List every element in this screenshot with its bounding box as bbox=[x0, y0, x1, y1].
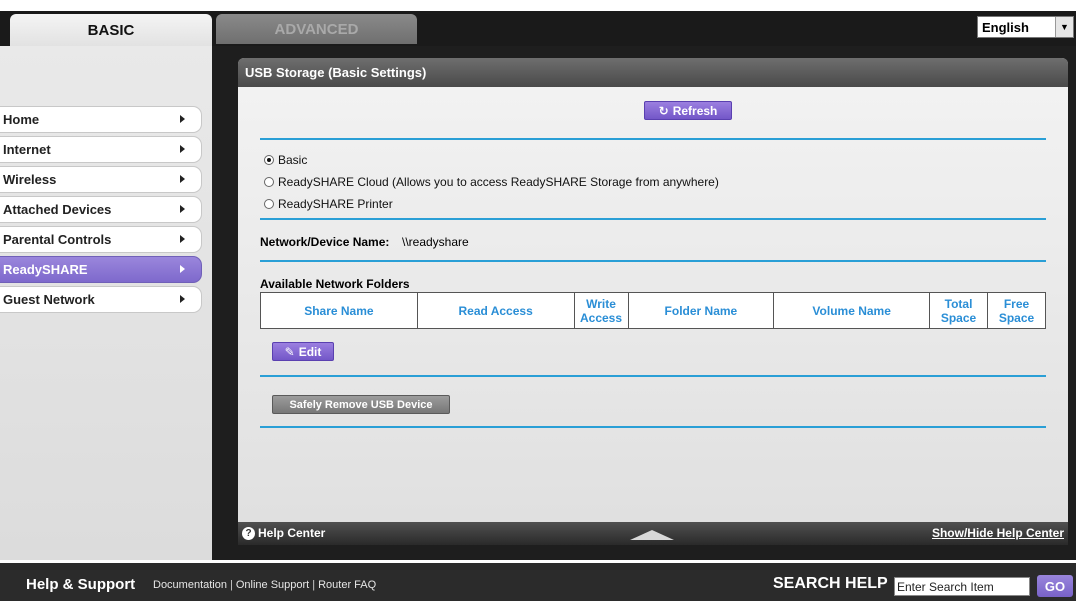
folders-title: Available Network Folders bbox=[260, 277, 410, 291]
arrow-right-icon bbox=[180, 205, 185, 213]
footer: Help & Support Documentation | Online Supp… bbox=[0, 560, 1076, 601]
option-basic[interactable]: Basic bbox=[264, 153, 307, 167]
help-center-label: Help Center bbox=[258, 526, 326, 540]
refresh-icon: ↻ bbox=[658, 103, 669, 118]
sidebar-nav: Home Internet Wireless Attached Devices … bbox=[0, 106, 212, 316]
link-separator: | bbox=[312, 579, 316, 591]
divider bbox=[260, 375, 1046, 377]
documentation-link[interactable]: Documentation bbox=[153, 579, 227, 591]
radio-readyshare-cloud[interactable] bbox=[264, 177, 274, 187]
divider bbox=[260, 218, 1046, 220]
option-readyshare-printer[interactable]: ReadySHARE Printer bbox=[264, 197, 393, 211]
sidebar-item-home[interactable]: Home bbox=[0, 106, 202, 133]
footer-links: Documentation | Online Support | Router FAQ bbox=[153, 579, 376, 591]
tab-basic[interactable]: BASIC bbox=[10, 14, 212, 46]
sidebar-item-wireless[interactable]: Wireless bbox=[0, 166, 202, 193]
device-name-value: \\readyshare bbox=[402, 235, 469, 249]
question-icon: ? bbox=[242, 526, 255, 540]
sidebar-item-label: Internet bbox=[3, 142, 51, 157]
arrow-right-icon bbox=[180, 235, 185, 243]
help-center-bar: ? Help Center Show/Hide Help Center bbox=[238, 522, 1068, 545]
show-hide-help-link[interactable]: Show/Hide Help Center bbox=[932, 526, 1064, 540]
go-button[interactable]: GO bbox=[1037, 575, 1073, 597]
col-share-name: Share Name bbox=[260, 292, 418, 329]
col-volume-name: Volume Name bbox=[773, 292, 931, 329]
sidebar-item-parental-controls[interactable]: Parental Controls bbox=[0, 226, 202, 253]
chevron-down-icon[interactable]: ▼ bbox=[1055, 17, 1073, 37]
refresh-label: Refresh bbox=[672, 103, 718, 118]
col-write-access: Write Access bbox=[573, 292, 629, 329]
help-center-link[interactable]: ? Help Center bbox=[242, 526, 325, 540]
link-separator: | bbox=[230, 579, 233, 591]
content-body: ↻ Refresh Basic ReadySHARE Cloud (Allows… bbox=[238, 87, 1068, 522]
arrow-right-icon bbox=[180, 265, 185, 273]
table-header-row: Share Name Read Access Write Access Fold… bbox=[260, 292, 1046, 329]
sidebar-item-attached-devices[interactable]: Attached Devices bbox=[0, 196, 202, 223]
safely-remove-usb-button[interactable]: Safely Remove USB Device bbox=[272, 395, 450, 414]
search-help-label: SEARCH HELP bbox=[773, 575, 888, 592]
radio-basic[interactable] bbox=[264, 155, 274, 165]
sidebar-item-label: ReadySHARE bbox=[3, 262, 88, 277]
sidebar-item-label: Wireless bbox=[3, 172, 57, 187]
option-readyshare-cloud-label: ReadySHARE Cloud (Allows you to access R… bbox=[278, 175, 719, 189]
arrow-right-icon bbox=[180, 175, 185, 183]
sidebar-item-readyshare[interactable]: ReadySHARE bbox=[0, 256, 202, 283]
router-faq-link[interactable]: Router FAQ bbox=[318, 579, 376, 591]
divider bbox=[260, 260, 1046, 262]
option-basic-label: Basic bbox=[278, 153, 308, 167]
search-input[interactable] bbox=[894, 577, 1030, 596]
language-select[interactable]: English ▼ bbox=[977, 16, 1074, 38]
col-free-space: Free Space bbox=[987, 292, 1046, 329]
sidebar-item-label: Home bbox=[3, 112, 40, 127]
expand-up-icon[interactable] bbox=[630, 530, 674, 540]
divider bbox=[260, 138, 1046, 140]
edit-button[interactable]: ✎ Edit bbox=[272, 342, 334, 361]
arrow-right-icon bbox=[180, 145, 185, 153]
folders-table: Share Name Read Access Write Access Fold… bbox=[260, 292, 1046, 329]
edit-label: Edit bbox=[298, 344, 322, 359]
sidebar-item-label: Attached Devices bbox=[3, 202, 112, 217]
sidebar-item-label: Guest Network bbox=[3, 292, 95, 307]
device-name-label: Network/Device Name: bbox=[260, 235, 390, 249]
divider bbox=[260, 426, 1046, 428]
col-read-access: Read Access bbox=[416, 292, 575, 329]
online-support-link[interactable]: Online Support bbox=[236, 579, 309, 591]
sidebar-item-label: Parental Controls bbox=[3, 232, 112, 247]
option-readyshare-cloud[interactable]: ReadySHARE Cloud (Allows you to access R… bbox=[264, 175, 719, 189]
option-readyshare-printer-label: ReadySHARE Printer bbox=[278, 197, 393, 211]
top-bar: BASIC ADVANCED English ▼ bbox=[0, 0, 1076, 46]
content-frame: USB Storage (Basic Settings) ↻ Refresh B… bbox=[212, 46, 1076, 560]
left-panel: Home Internet Wireless Attached Devices … bbox=[0, 46, 212, 560]
col-folder-name: Folder Name bbox=[627, 292, 775, 329]
language-value: English bbox=[982, 19, 1029, 35]
page-title: USB Storage (Basic Settings) bbox=[238, 58, 1068, 87]
refresh-button[interactable]: ↻ Refresh bbox=[644, 101, 732, 120]
help-support-title: Help & Support bbox=[26, 576, 136, 593]
sidebar-item-guest-network[interactable]: Guest Network bbox=[0, 286, 202, 313]
pencil-icon: ✎ bbox=[284, 344, 295, 359]
tab-advanced[interactable]: ADVANCED bbox=[216, 14, 417, 44]
radio-readyshare-printer[interactable] bbox=[264, 199, 274, 209]
sidebar-item-internet[interactable]: Internet bbox=[0, 136, 202, 163]
arrow-right-icon bbox=[180, 115, 185, 123]
col-total-space: Total Space bbox=[929, 292, 988, 329]
arrow-right-icon bbox=[180, 295, 185, 303]
